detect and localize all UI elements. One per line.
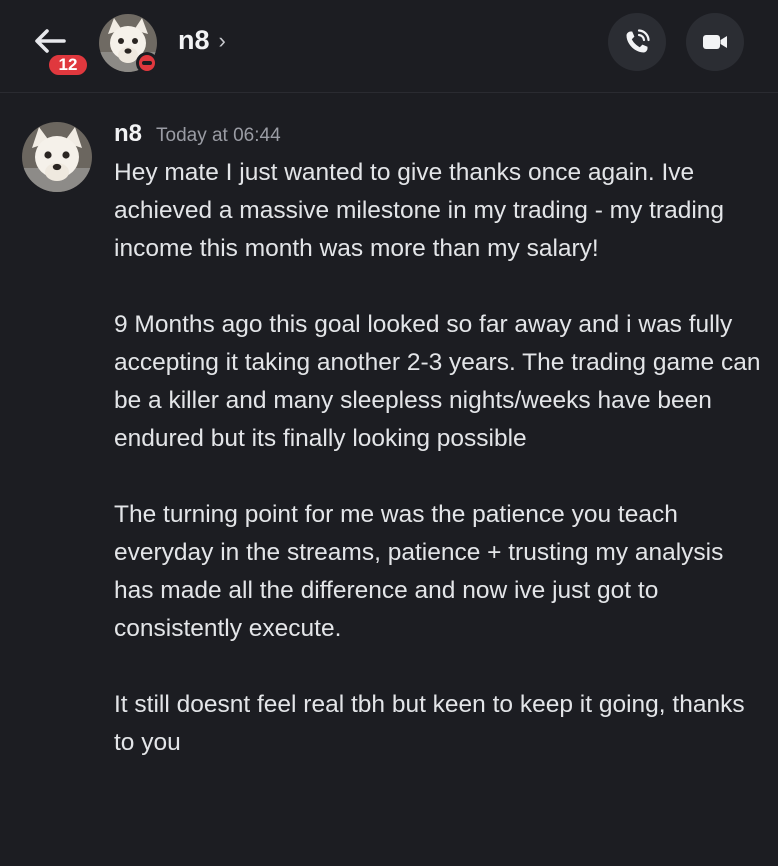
message-author[interactable]: n8 [114,120,142,148]
message-header: n8 Today at 06:44 [114,120,281,148]
message-timestamp: Today at 06:44 [156,125,281,146]
unread-badge: 12 [46,52,90,78]
phone-icon [626,29,650,53]
message-paragraph: 9 Months ago this goal looked so far awa… [114,311,761,452]
video-camera-icon [703,35,727,49]
dm-header: 12 n8 › [0,0,778,93]
video-call-button[interactable] [686,13,744,71]
chevron-right-icon: › [218,27,226,53]
back-button[interactable]: 12 [26,22,96,78]
avatar-image [22,122,92,192]
contact-name-button[interactable]: n8 › [178,25,226,56]
message-paragraph: The turning point for me was the patienc… [114,501,724,642]
dnd-status-icon [136,52,158,74]
dm-screen: 12 n8 › n8 Today at 06:44 Hey mate I jus… [0,0,778,866]
contact-name: n8 [178,25,210,55]
header-avatar[interactable] [99,14,158,74]
message-paragraph: It still doesnt feel real tbh but keen t… [114,691,745,756]
message-paragraph: Hey mate I just wanted to give thanks on… [114,159,725,262]
message-avatar[interactable] [22,122,92,192]
voice-call-button[interactable] [608,13,666,71]
message-content: Hey mate I just wanted to give thanks on… [114,154,764,800]
